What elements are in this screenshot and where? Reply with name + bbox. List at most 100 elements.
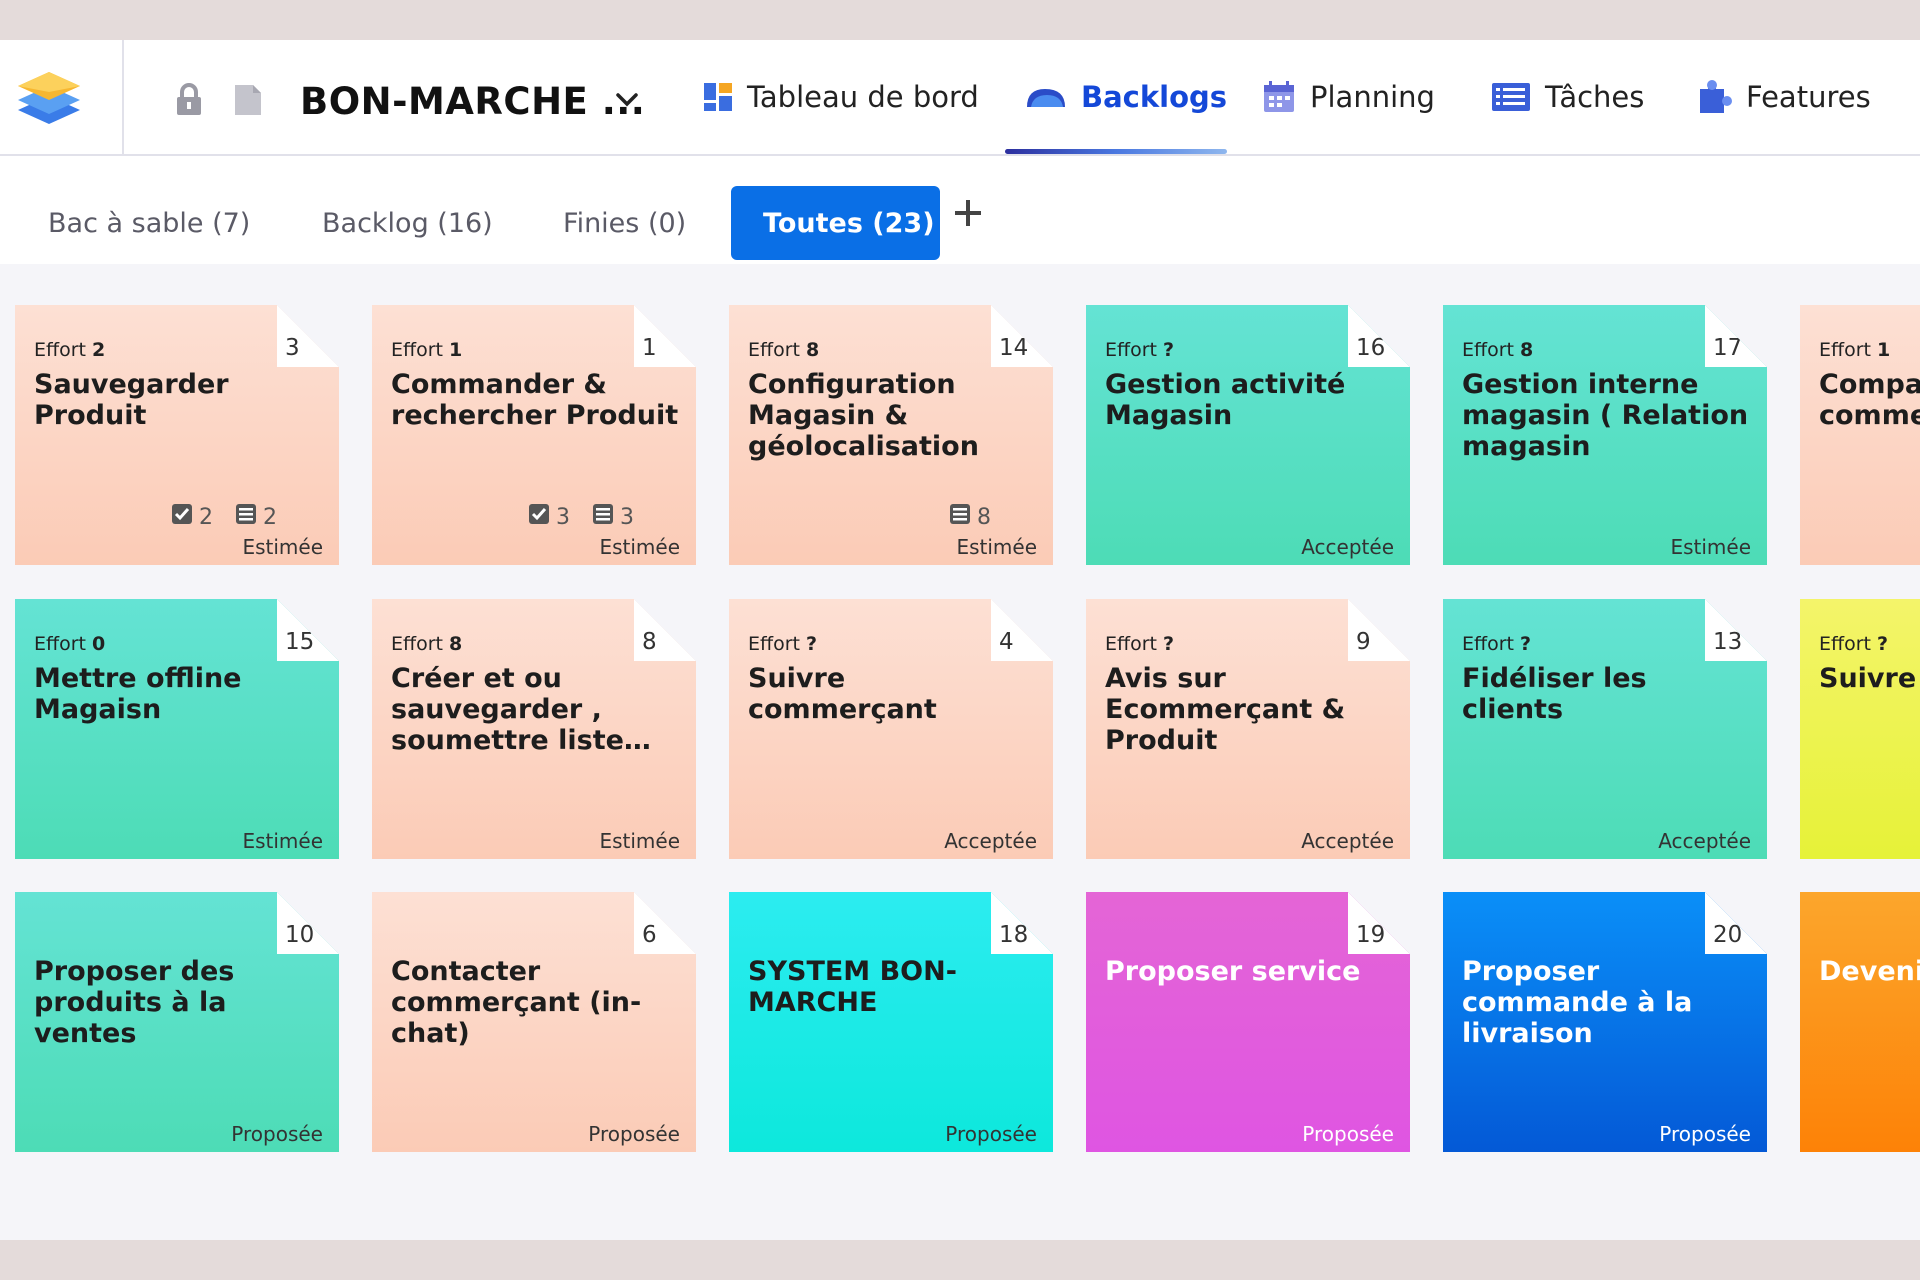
card-title: SYSTEM BON-MARCHE bbox=[748, 956, 957, 1018]
card-meta: 8 bbox=[935, 503, 991, 531]
effort-label: Effort bbox=[1105, 633, 1157, 655]
story-card[interactable]: Effort 0 15 Mettre offline Magaisn Estimée bbox=[15, 599, 339, 859]
effort-label: Effort bbox=[1462, 339, 1514, 361]
effort-value: 1 bbox=[449, 339, 463, 361]
card-number: 10 bbox=[285, 922, 315, 948]
card-status: Proposée bbox=[945, 1122, 1037, 1146]
card-status: Estimée bbox=[242, 535, 323, 559]
card-effort: Effort ? bbox=[1819, 633, 1888, 655]
story-card[interactable]: Effort 8 17 Gestion interne magasin ( Rela… bbox=[1443, 305, 1767, 565]
card-number: 19 bbox=[1356, 922, 1386, 948]
task-count: 3 bbox=[592, 503, 634, 531]
story-card[interactable]: Effort ? 4 Suivre commerçant Acceptée bbox=[729, 599, 1053, 859]
checkbox-icon bbox=[528, 503, 550, 531]
card-effort: Effort 1 bbox=[1819, 339, 1890, 361]
card-status: Acceptée bbox=[1301, 535, 1394, 559]
task-count-value: 8 bbox=[977, 504, 991, 530]
app-window: BON-MARCHE ... Tableau de bord Backlogs bbox=[0, 40, 1920, 1240]
card-title: Suivre c bbox=[1819, 663, 1920, 694]
card-effort: Effort ? bbox=[1462, 633, 1531, 655]
list-icon bbox=[592, 503, 614, 531]
card-title: Proposer des produits à la ventes bbox=[34, 956, 235, 1049]
effort-value: 8 bbox=[1520, 339, 1534, 361]
card-status: Estimée bbox=[956, 535, 1037, 559]
effort-value: 8 bbox=[806, 339, 820, 361]
effort-label: Effort bbox=[1462, 633, 1514, 655]
effort-label: Effort bbox=[1819, 339, 1871, 361]
card-status: Estimée bbox=[599, 829, 680, 853]
card-title: Comparer E-commerce bbox=[1819, 369, 1920, 431]
effort-value: ? bbox=[806, 633, 818, 655]
card-effort: Effort 1 bbox=[391, 339, 462, 361]
card-title: Proposer commande à la livraison bbox=[1462, 956, 1693, 1049]
story-card[interactable]: Effort ? 13 Fidéliser les clients Acceptée bbox=[1443, 599, 1767, 859]
effort-value: ? bbox=[1877, 633, 1889, 655]
card-status: Proposée bbox=[588, 1122, 680, 1146]
story-card[interactable]: Effort 8 14 Configuration Magasin & géoloc… bbox=[729, 305, 1053, 565]
card-number: 14 bbox=[999, 335, 1029, 361]
story-card[interactable]: Effort 1 Comparer E-commerce bbox=[1800, 305, 1920, 565]
card-effort: Effort 2 bbox=[34, 339, 105, 361]
list-icon bbox=[235, 503, 257, 531]
card-number: 17 bbox=[1713, 335, 1743, 361]
story-card[interactable]: Devenir bbox=[1800, 892, 1920, 1152]
card-title: Créer et ou sauvegarder , soumettre list… bbox=[391, 663, 651, 756]
task-count: 8 bbox=[949, 503, 991, 531]
card-status: Estimée bbox=[599, 535, 680, 559]
card-status: Proposée bbox=[1659, 1122, 1751, 1146]
effort-value: 1 bbox=[1877, 339, 1891, 361]
card-status: Estimée bbox=[242, 829, 323, 853]
story-card[interactable]: 10 Proposer des produits à la ventes Propo… bbox=[15, 892, 339, 1152]
card-number: 6 bbox=[642, 922, 657, 948]
card-status: Acceptée bbox=[1658, 829, 1751, 853]
story-card[interactable]: Effort ? 16 Gestion activité Magasin Accept… bbox=[1086, 305, 1410, 565]
card-number: 8 bbox=[642, 629, 657, 655]
card-number: 1 bbox=[642, 335, 657, 361]
story-card[interactable]: Effort 1 1 Commander & rechercher Produit 3… bbox=[372, 305, 696, 565]
checklist-count: 2 bbox=[171, 503, 213, 531]
story-card[interactable]: Effort ? 9 Avis sur Ecommerçant & Produit A… bbox=[1086, 599, 1410, 859]
checklist-count: 3 bbox=[528, 503, 570, 531]
card-number: 16 bbox=[1356, 335, 1386, 361]
effort-label: Effort bbox=[34, 633, 86, 655]
card-number: 9 bbox=[1356, 629, 1371, 655]
effort-label: Effort bbox=[391, 339, 443, 361]
card-title: Gestion activité Magasin bbox=[1105, 369, 1346, 431]
card-title: Commander & rechercher Produit bbox=[391, 369, 679, 431]
card-effort: Effort 0 bbox=[34, 633, 105, 655]
card-title: Suivre commerçant bbox=[748, 663, 937, 725]
card-effort: Effort ? bbox=[1105, 633, 1174, 655]
task-count-value: 3 bbox=[620, 504, 634, 530]
card-number: 13 bbox=[1713, 629, 1743, 655]
card-title: Contacter commerçant (in-chat) bbox=[391, 956, 642, 1049]
effort-value: ? bbox=[1163, 339, 1175, 361]
card-title: Devenir bbox=[1819, 956, 1920, 987]
card-title: Sauvegarder Produit bbox=[34, 369, 229, 431]
effort-label: Effort bbox=[34, 339, 86, 361]
card-status: Estimée bbox=[1670, 535, 1751, 559]
card-title: Mettre offline Magaisn bbox=[34, 663, 242, 725]
list-icon bbox=[949, 503, 971, 531]
story-card[interactable]: 6 Contacter commerçant (in-chat) Proposée bbox=[372, 892, 696, 1152]
card-number: 15 bbox=[285, 629, 315, 655]
card-effort: Effort ? bbox=[748, 633, 817, 655]
effort-value: 8 bbox=[449, 633, 463, 655]
story-card[interactable]: 19 Proposer service Proposée bbox=[1086, 892, 1410, 1152]
effort-value: 0 bbox=[92, 633, 106, 655]
story-card[interactable]: Effort 2 3 Sauvegarder Produit 2 2 Estimée bbox=[15, 305, 339, 565]
card-meta: 33 bbox=[514, 503, 634, 531]
card-title: Avis sur Ecommerçant & Produit bbox=[1105, 663, 1346, 756]
story-card[interactable]: Effort 8 8 Créer et ou sauvegarder , soume… bbox=[372, 599, 696, 859]
card-number: 3 bbox=[285, 335, 300, 361]
effort-value: ? bbox=[1520, 633, 1532, 655]
card-number: 18 bbox=[999, 922, 1029, 948]
card-effort: Effort ? bbox=[1105, 339, 1174, 361]
story-card[interactable]: 20 Proposer commande à la livraison Propos… bbox=[1443, 892, 1767, 1152]
story-card[interactable]: Effort ? Suivre c bbox=[1800, 599, 1920, 859]
effort-label: Effort bbox=[1105, 339, 1157, 361]
story-card[interactable]: 18 SYSTEM BON-MARCHE Proposée bbox=[729, 892, 1053, 1152]
card-grid: Effort 2 3 Sauvegarder Produit 2 2 Estimée Eff… bbox=[0, 40, 1920, 1240]
checkbox-icon bbox=[171, 503, 193, 531]
card-status: Acceptée bbox=[1301, 829, 1394, 853]
card-title: Fidéliser les clients bbox=[1462, 663, 1647, 725]
